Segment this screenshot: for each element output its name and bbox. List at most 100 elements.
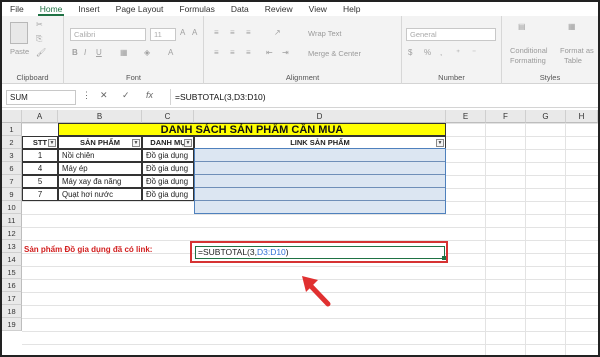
- row-header[interactable]: 9: [2, 188, 22, 201]
- conditional-formatting-icon[interactable]: ▤: [518, 22, 526, 31]
- cell-product[interactable]: Máy ép: [58, 162, 142, 175]
- note-label[interactable]: Sản phẩm Đồ gia dụng đã có link:: [24, 245, 152, 254]
- increase-decimal-icon[interactable]: ⁺: [456, 48, 460, 57]
- column-header[interactable]: A: [22, 110, 58, 123]
- column-header[interactable]: C: [142, 110, 194, 123]
- row-header[interactable]: 6: [2, 162, 22, 175]
- column-header[interactable]: G: [526, 110, 566, 123]
- column-header[interactable]: E: [446, 110, 486, 123]
- cell-category[interactable]: Đồ gia dụng: [142, 175, 194, 188]
- shrink-font-icon[interactable]: A: [192, 28, 197, 37]
- cell-stt[interactable]: 1: [22, 149, 58, 162]
- select-all-corner[interactable]: [2, 110, 22, 123]
- enter-icon[interactable]: ✓: [122, 90, 130, 101]
- column-header[interactable]: D: [194, 110, 446, 123]
- cell-product[interactable]: Máy xay đa năng: [58, 175, 142, 188]
- header-product[interactable]: SẢN PHẨM ▼: [58, 136, 142, 149]
- cell-product[interactable]: Quạt hơi nước: [58, 188, 142, 201]
- font-size-box[interactable]: 11: [150, 28, 176, 41]
- column-header[interactable]: H: [566, 110, 598, 123]
- format-as-table-icon[interactable]: ▦: [568, 22, 576, 31]
- cut-icon[interactable]: ✂: [36, 20, 43, 29]
- comma-icon[interactable]: ,: [440, 48, 442, 57]
- underline-icon[interactable]: U: [96, 48, 102, 57]
- percent-icon[interactable]: %: [424, 48, 431, 57]
- row-header[interactable]: 14: [2, 253, 22, 266]
- cell-category[interactable]: Đồ gia dụng: [142, 162, 194, 175]
- align-right-icon[interactable]: ≡: [246, 48, 251, 57]
- row-header[interactable]: 13: [2, 240, 22, 253]
- insert-function-icon[interactable]: fx: [146, 90, 153, 100]
- italic-icon[interactable]: I: [84, 48, 86, 57]
- column-header[interactable]: B: [58, 110, 142, 123]
- cell-category[interactable]: Đồ gia dụng: [142, 149, 194, 162]
- menu-home[interactable]: Home: [32, 2, 71, 16]
- format-painter-icon[interactable]: 🖌: [36, 48, 46, 57]
- row-header[interactable]: 12: [2, 227, 22, 240]
- bold-icon[interactable]: B: [72, 48, 78, 57]
- accounting-icon[interactable]: $: [408, 48, 412, 57]
- font-color-icon[interactable]: A: [168, 48, 173, 57]
- align-bottom-icon[interactable]: ≡: [246, 28, 251, 37]
- cancel-icon[interactable]: ✕: [100, 90, 108, 101]
- align-center-icon[interactable]: ≡: [230, 48, 235, 57]
- filter-dropdown-icon[interactable]: ▼: [48, 139, 56, 147]
- row-header[interactable]: 7: [2, 175, 22, 188]
- increase-indent-icon[interactable]: ⇥: [282, 48, 289, 57]
- row-header[interactable]: 10: [2, 201, 22, 214]
- align-top-icon[interactable]: ≡: [214, 28, 219, 37]
- borders-icon[interactable]: ▦: [120, 48, 128, 57]
- row-header[interactable]: 11: [2, 214, 22, 227]
- menu-data[interactable]: Data: [223, 2, 257, 16]
- font-name-box[interactable]: Calibri: [70, 28, 146, 41]
- filter-dropdown-icon[interactable]: ▼: [436, 139, 444, 147]
- row-header[interactable]: 17: [2, 292, 22, 305]
- cell-stt[interactable]: 7: [22, 188, 58, 201]
- worksheet-grid[interactable]: A B C D E F G H 1 2 3 6 7 9 10 11 12 13 …: [2, 110, 598, 355]
- row-header[interactable]: 19: [2, 318, 22, 331]
- decrease-indent-icon[interactable]: ⇤: [266, 48, 273, 57]
- name-box-dropdown-icon[interactable]: ⋮: [82, 90, 91, 101]
- paste-button[interactable]: Paste: [10, 47, 29, 56]
- table-label[interactable]: Table: [564, 56, 582, 65]
- menu-page-layout[interactable]: Page Layout: [108, 2, 172, 16]
- conditional-label[interactable]: Conditional: [510, 46, 548, 55]
- filter-active-icon[interactable]: ▼: [184, 139, 192, 147]
- filter-dropdown-icon[interactable]: ▼: [132, 139, 140, 147]
- menu-insert[interactable]: Insert: [70, 2, 107, 16]
- cell-stt[interactable]: 5: [22, 175, 58, 188]
- row-header[interactable]: 2: [2, 136, 22, 149]
- paste-icon[interactable]: [10, 22, 28, 44]
- formula-input[interactable]: =SUBTOTAL(3,D3:D10): [170, 89, 594, 105]
- menu-review[interactable]: Review: [257, 2, 301, 16]
- cell-category[interactable]: Đồ gia dụng: [142, 188, 194, 201]
- row-header[interactable]: 15: [2, 266, 22, 279]
- menu-help[interactable]: Help: [335, 2, 368, 16]
- copy-icon[interactable]: ⎘: [36, 34, 42, 44]
- column-header[interactable]: F: [486, 110, 526, 123]
- number-format-box[interactable]: General: [406, 28, 496, 41]
- menu-formulas[interactable]: Formulas: [171, 2, 222, 16]
- formula-cell[interactable]: =SUBTOTAL(3,D3:D10): [195, 246, 445, 259]
- name-box[interactable]: SUM: [6, 90, 76, 105]
- wrap-text-button[interactable]: Wrap Text: [308, 29, 342, 38]
- row-header[interactable]: 3: [2, 149, 22, 162]
- formatting-label[interactable]: Formatting: [510, 56, 546, 65]
- cell-stt[interactable]: 4: [22, 162, 58, 175]
- merge-center-button[interactable]: Merge & Center: [308, 49, 361, 58]
- fill-handle[interactable]: [442, 256, 446, 260]
- cell-product[interactable]: Nồi chiên: [58, 149, 142, 162]
- header-category[interactable]: DANH MỤ ▼: [142, 136, 194, 149]
- sheet-title[interactable]: DANH SÁCH SẢN PHẨM CẦN MUA: [58, 123, 446, 136]
- menu-view[interactable]: View: [301, 2, 335, 16]
- format-as-label[interactable]: Format as: [560, 46, 594, 55]
- header-stt[interactable]: STT ▼: [22, 136, 58, 149]
- align-middle-icon[interactable]: ≡: [230, 28, 235, 37]
- fill-color-icon[interactable]: ◈: [144, 48, 150, 57]
- decrease-decimal-icon[interactable]: ⁻: [472, 48, 476, 57]
- link-column-range[interactable]: [194, 148, 446, 214]
- orientation-icon[interactable]: ↗: [274, 28, 281, 37]
- grow-font-icon[interactable]: A: [180, 28, 185, 37]
- row-header[interactable]: 1: [2, 123, 22, 136]
- align-left-icon[interactable]: ≡: [214, 48, 219, 57]
